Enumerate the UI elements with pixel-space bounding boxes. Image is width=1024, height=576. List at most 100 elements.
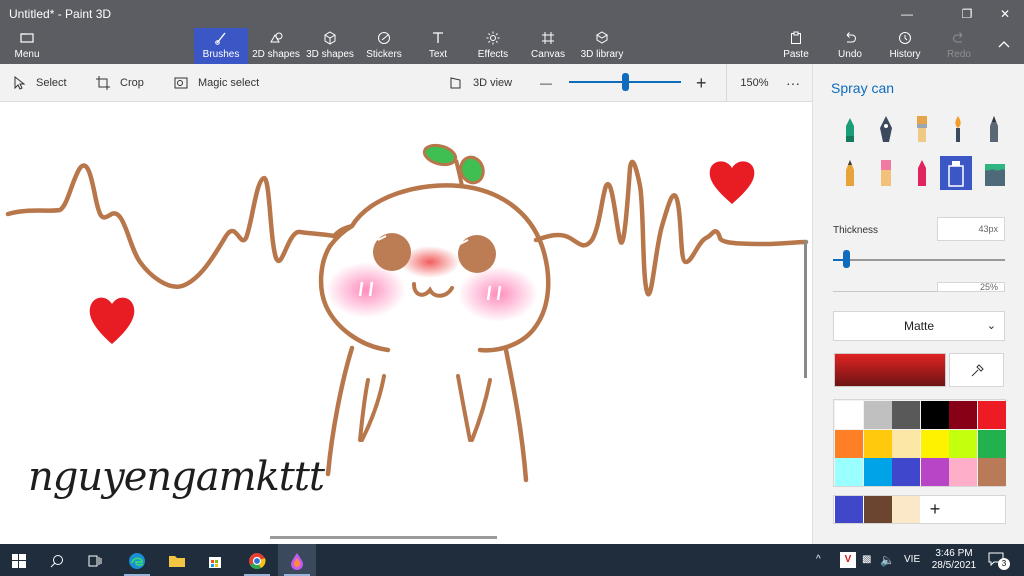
custom-color-swatch[interactable] (863, 496, 892, 523)
zoom-slider-thumb[interactable] (621, 73, 629, 91)
tab-effects[interactable]: Effects (472, 28, 514, 64)
select-button[interactable]: Select (12, 64, 67, 102)
minimize-button[interactable]: — (884, 0, 930, 28)
palette-swatch[interactable] (835, 458, 863, 486)
cursor-icon (14, 76, 26, 90)
opacity-input[interactable]: 25% (937, 282, 1005, 292)
palette-swatch[interactable] (863, 458, 892, 486)
palette-swatch[interactable] (892, 458, 920, 486)
palette-swatch[interactable] (949, 458, 977, 486)
tab-text[interactable]: Text (418, 28, 458, 64)
tab-brushes[interactable]: Brushes (194, 28, 248, 64)
palette-swatch[interactable] (920, 429, 949, 458)
history-button[interactable]: History (884, 28, 926, 64)
thickness-slider-track[interactable] (833, 259, 1005, 261)
crayon-brush[interactable] (907, 156, 937, 190)
select-label: Select (36, 77, 67, 89)
3d-view-button[interactable]: 3D view (449, 64, 512, 102)
custom-color-swatch[interactable] (892, 496, 920, 523)
watercolor-brush[interactable] (943, 112, 973, 146)
body-left (325, 345, 355, 477)
pixel-pen-brush[interactable] (979, 112, 1009, 146)
brush-icon (194, 31, 248, 49)
custom-color-swatch[interactable] (835, 496, 863, 523)
start-button[interactable] (0, 544, 38, 576)
chrome-button[interactable] (238, 544, 276, 576)
eyedropper-button[interactable] (949, 353, 1004, 387)
file-explorer-button[interactable] (158, 544, 196, 576)
network-icon[interactable]: ▩ (862, 544, 871, 576)
menu-button[interactable]: Menu (6, 28, 48, 64)
palette-swatch[interactable] (949, 401, 977, 429)
heartbeat-line-left (5, 163, 355, 289)
spray-can-brush[interactable] (940, 156, 972, 190)
thickness-slider-thumb[interactable] (843, 250, 851, 268)
eraser-brush[interactable] (871, 156, 901, 190)
finish-dropdown[interactable]: Matte ⌄ (833, 311, 1005, 341)
zoom-in-button[interactable]: + (696, 64, 707, 102)
palette-swatch[interactable] (949, 429, 977, 458)
current-color-swatch[interactable] (834, 353, 946, 387)
watercolor-icon (955, 116, 961, 142)
palette-swatch[interactable] (977, 458, 1006, 486)
chevron-down-icon: ⌄ (986, 320, 996, 332)
effects-icon (472, 31, 514, 49)
palette-swatch[interactable] (892, 429, 920, 458)
tab-stickers[interactable]: Stickers (360, 28, 408, 64)
crop-button[interactable]: Crop (96, 64, 144, 102)
palette-swatch[interactable] (863, 429, 892, 458)
palette-swatch[interactable] (835, 401, 863, 429)
drawing-canvas[interactable]: nguyengamkttt (0, 102, 812, 544)
oil-brush[interactable] (907, 112, 937, 146)
chevron-up-icon (990, 38, 1018, 56)
magic-select-button[interactable]: Magic select (174, 64, 259, 102)
edge-browser-button[interactable] (118, 544, 156, 576)
tab-3d-library-label: 3D library (580, 49, 624, 60)
palette-swatch[interactable] (920, 401, 949, 429)
thickness-input[interactable]: 43px (937, 217, 1005, 241)
tab-2d-shapes[interactable]: 2D shapes (250, 28, 302, 64)
fill-brush[interactable] (979, 156, 1009, 190)
tab-3d-shapes[interactable]: 3D shapes (304, 28, 356, 64)
collapse-ribbon-button[interactable] (990, 28, 1018, 64)
marker-brush[interactable] (835, 112, 865, 146)
task-view-button[interactable] (76, 544, 114, 576)
tab-3d-library[interactable]: 3D library (578, 28, 626, 64)
palette-swatch[interactable] (977, 429, 1006, 458)
paste-button[interactable]: Paste (776, 28, 816, 64)
3d-shapes-icon (304, 31, 356, 49)
volume-icon[interactable]: 🔈 (880, 544, 895, 576)
add-color-button[interactable]: + (920, 496, 950, 523)
palette-swatch[interactable] (863, 401, 892, 429)
palette-swatch[interactable] (835, 429, 863, 458)
tab-canvas[interactable]: Canvas (526, 28, 570, 64)
notification-button[interactable]: 3 (988, 544, 1010, 576)
2d-shapes-icon (250, 31, 302, 49)
undo-icon (830, 31, 870, 49)
zoom-out-button[interactable]: — (540, 64, 552, 102)
palette-swatch[interactable] (977, 401, 1006, 429)
close-button[interactable]: ✕ (982, 0, 1024, 28)
palette-swatch[interactable] (920, 458, 949, 486)
search-button[interactable] (38, 544, 76, 576)
tray-arrow-icon[interactable]: ^ (816, 544, 821, 576)
paint3d-taskbar-button[interactable] (278, 544, 316, 576)
undo-button[interactable]: Undo (830, 28, 870, 64)
windows-taskbar: ^ V ▩ 🔈 VIE 3:46 PM 28/5/2021 3 (0, 544, 1024, 576)
redo-button[interactable]: Redo (940, 28, 978, 64)
store-button[interactable] (196, 544, 234, 576)
clipboard-icon (776, 31, 816, 49)
calligraphy-pen-brush[interactable] (871, 112, 901, 146)
pencil-brush[interactable] (835, 156, 865, 190)
zoom-level[interactable]: 150% (726, 64, 782, 102)
more-options-button[interactable]: ··· (786, 64, 800, 102)
vivaldi-tray-icon[interactable]: V (840, 552, 856, 568)
horizontal-scrollbar[interactable] (270, 536, 497, 539)
clock[interactable]: 3:46 PM 28/5/2021 (926, 548, 982, 572)
tab-text-label: Text (428, 49, 448, 60)
palette-swatch[interactable] (892, 401, 920, 429)
pixel-pen-icon (990, 116, 998, 142)
menu-label: Menu (14, 49, 40, 60)
vertical-scrollbar[interactable] (804, 240, 807, 378)
input-language[interactable]: VIE (904, 544, 920, 576)
